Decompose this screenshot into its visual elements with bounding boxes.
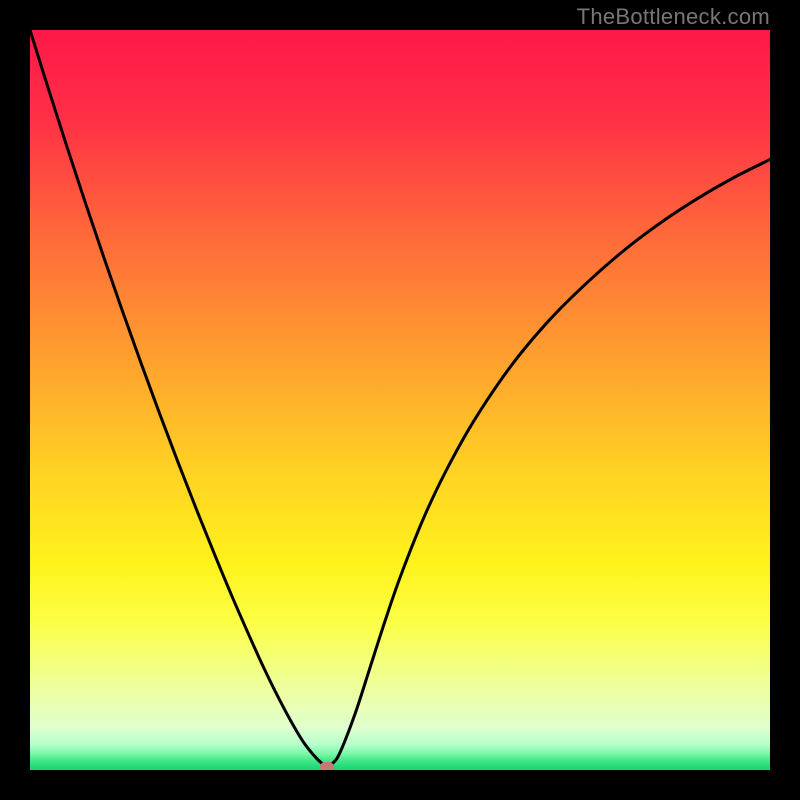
- plot-area: [30, 30, 770, 770]
- watermark-text: TheBottleneck.com: [577, 4, 770, 30]
- chart-frame: TheBottleneck.com: [0, 0, 800, 800]
- background-gradient: [30, 30, 770, 770]
